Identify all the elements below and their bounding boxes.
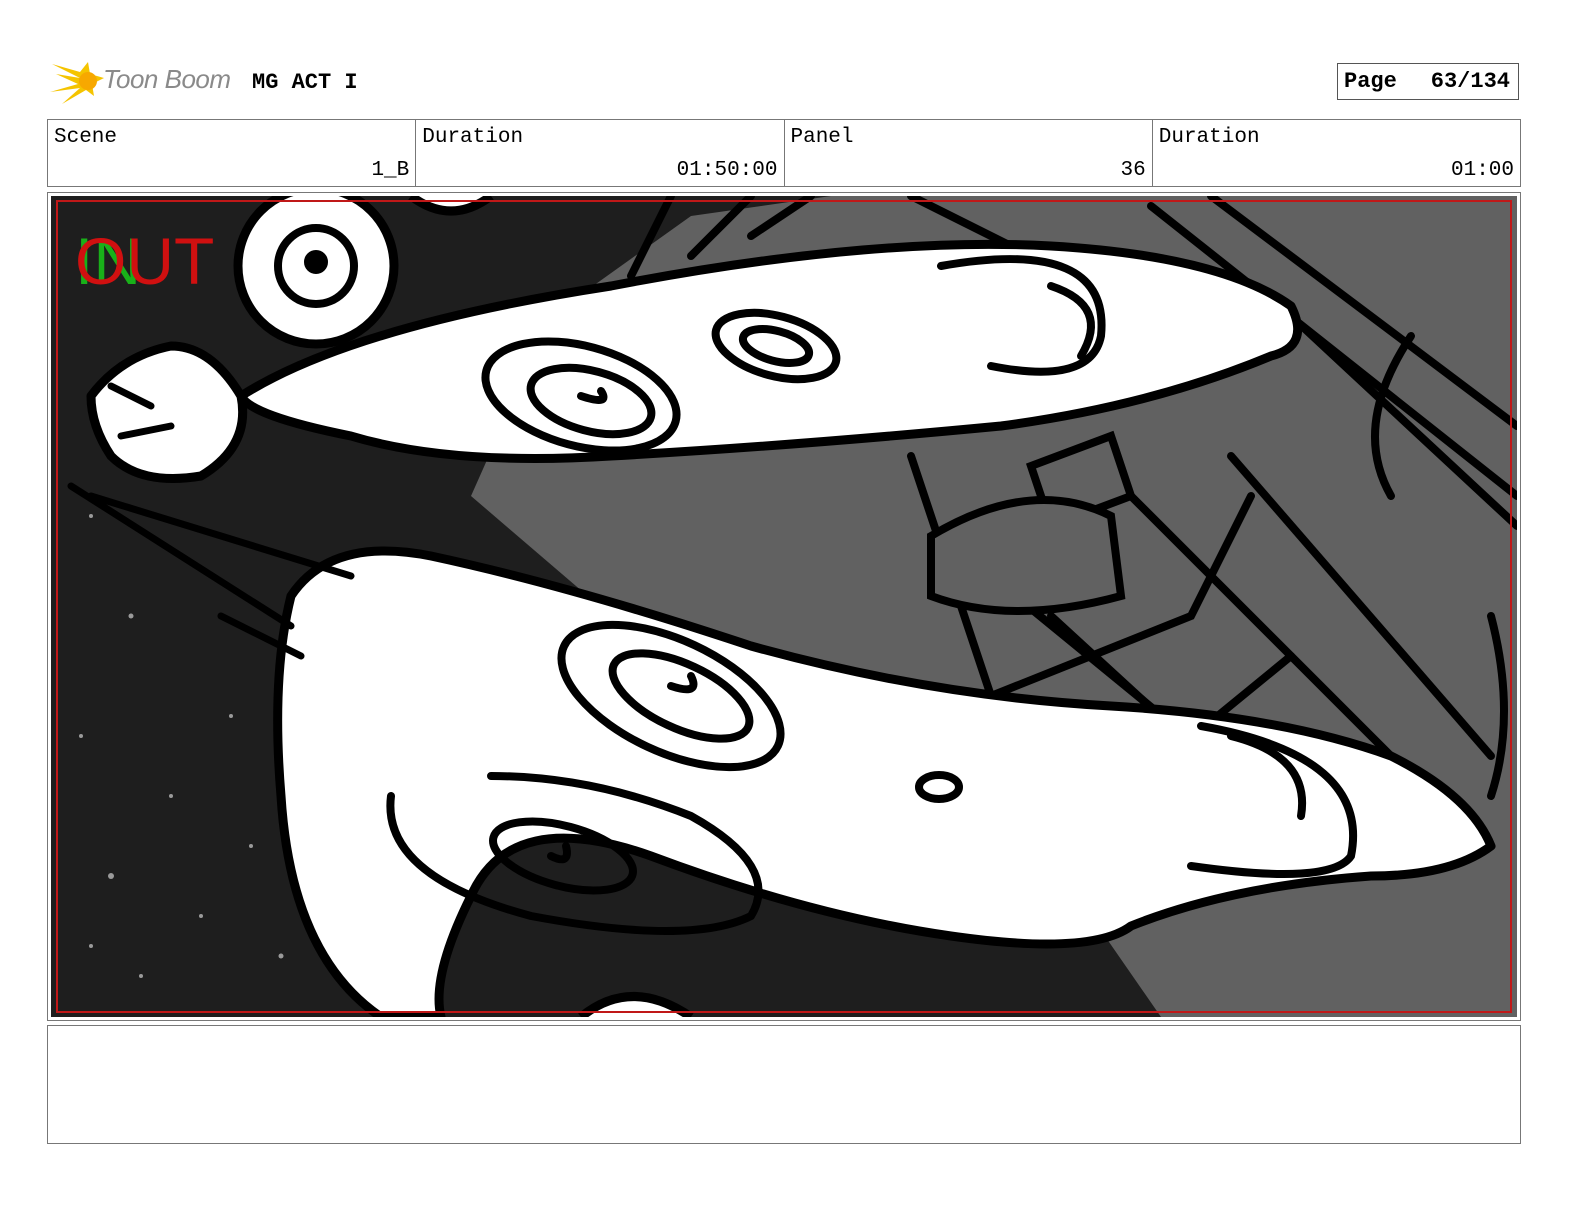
panel-value: 36 — [1120, 159, 1146, 182]
scene-duration-value: 01:50:00 — [676, 159, 778, 182]
panel-duration-cell: Duration 01:00 — [1151, 120, 1520, 186]
brand-name: Toon Boom — [103, 64, 231, 94]
panel-label: Panel — [790, 126, 854, 149]
storyboard-panel-frame: IN OUT — [47, 192, 1521, 1021]
storyboard-drawing: IN OUT — [51, 196, 1517, 1017]
scene-cell: Scene 1_B — [48, 120, 415, 186]
out-marker: OUT — [75, 224, 214, 298]
panel-duration-value: 01:00 — [1450, 159, 1514, 182]
scene-value: 1_B — [371, 159, 410, 182]
project-title: MG ACT I — [252, 70, 358, 95]
page-indicator: Page 63/134 — [1337, 63, 1519, 100]
scene-duration-cell: Duration 01:50:00 — [415, 120, 783, 186]
panel-info-table: Scene 1_B Duration 01:50:00 Panel 36 Dur… — [47, 119, 1521, 187]
panel-cell: Panel 36 — [783, 120, 1152, 186]
scene-label: Scene — [54, 126, 118, 149]
page-label: Page — [1344, 69, 1397, 94]
panel-duration-label: Duration — [1158, 126, 1260, 149]
page-number: 63/134 — [1430, 69, 1510, 94]
panel-notes-box — [47, 1025, 1521, 1144]
toon-boom-logo-icon — [50, 62, 104, 104]
scene-duration-label: Duration — [422, 126, 524, 149]
